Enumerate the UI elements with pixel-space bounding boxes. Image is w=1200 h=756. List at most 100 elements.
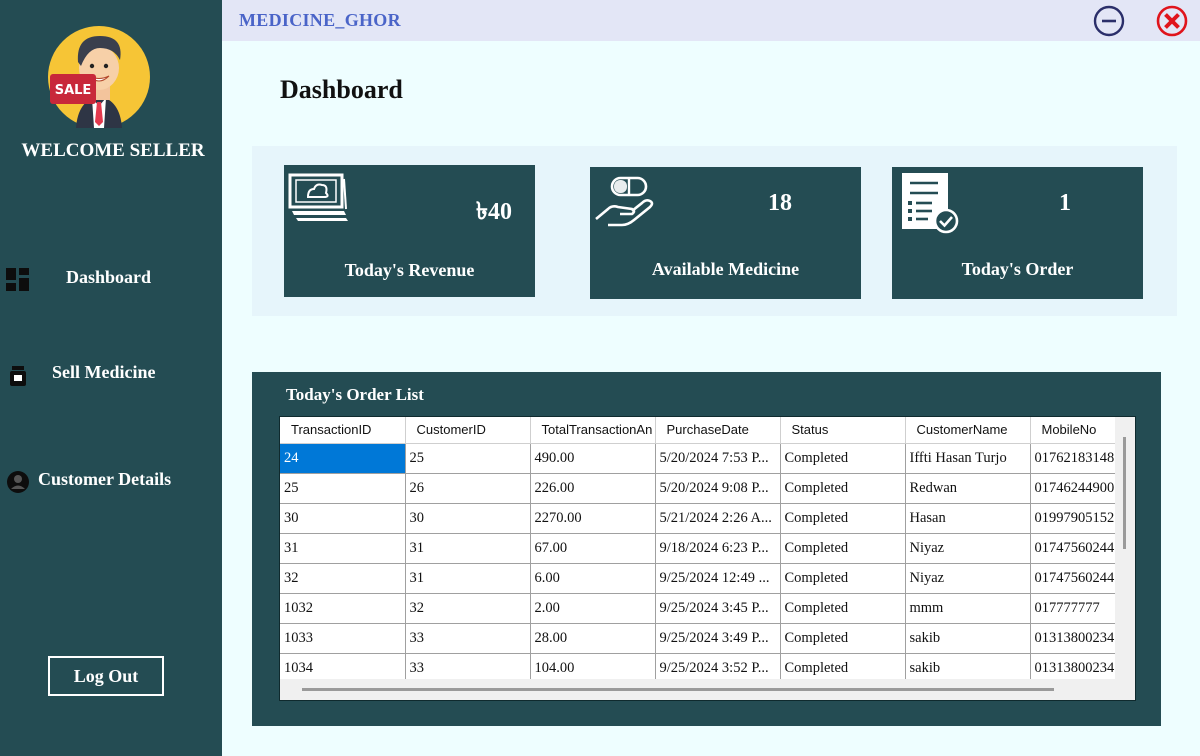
table-cell[interactable]: mmm	[905, 593, 1031, 624]
table-cell[interactable]: 31	[405, 563, 531, 594]
table-cell[interactable]: 67.00	[530, 533, 656, 564]
table-row[interactable]: 1032 32 2.00 9/25/2024 3:45 P... Completed mm…	[280, 593, 1115, 624]
table-cell[interactable]: 01313800234	[1030, 653, 1115, 679]
logout-button[interactable]: Log Out	[48, 656, 164, 696]
table-cell[interactable]: 25	[280, 473, 406, 504]
table-row[interactable]: 30 30 2270.00 5/21/2024 2:26 A... Completed H…	[280, 503, 1115, 534]
money-stack-icon	[288, 173, 348, 228]
table-cell[interactable]: 31	[405, 533, 531, 564]
table-cell[interactable]: 01746244900	[1030, 473, 1115, 504]
welcome-text: WELCOME SELLER	[21, 140, 205, 161]
column-header[interactable]: PurchaseDate	[655, 417, 781, 444]
table-cell[interactable]: Completed	[780, 593, 906, 624]
table-cell[interactable]: 01762183148	[1030, 443, 1115, 474]
table-cell[interactable]: 2.00	[530, 593, 656, 624]
table-cell[interactable]: 25	[405, 443, 531, 474]
table-cell[interactable]: 9/25/2024 3:52 P...	[655, 653, 781, 679]
revenue-value: ৳40	[476, 199, 512, 225]
table-cell[interactable]: 32	[405, 593, 531, 624]
order-grid[interactable]: TransactionID CustomerID TotalTransactio…	[279, 416, 1136, 701]
table-cell[interactable]: Completed	[780, 623, 906, 654]
table-cell[interactable]: 9/25/2024 12:49 ...	[655, 563, 781, 594]
table-cell[interactable]: 2270.00	[530, 503, 656, 534]
table-cell[interactable]: 1033	[280, 623, 406, 654]
table-row[interactable]: 31 31 67.00 9/18/2024 6:23 P... Completed Niy…	[280, 533, 1115, 564]
column-header[interactable]: MobileNo	[1030, 417, 1115, 444]
table-cell[interactable]: Niyaz	[905, 533, 1031, 564]
user-icon	[6, 470, 30, 494]
minimize-icon[interactable]	[1092, 4, 1126, 38]
sale-badge-text: SALE	[55, 83, 92, 98]
column-header[interactable]: CustomerID	[405, 417, 531, 444]
table-cell[interactable]: sakib	[905, 623, 1031, 654]
table-row[interactable]: 32 31 6.00 9/25/2024 12:49 ... Completed Niya…	[280, 563, 1115, 594]
sidebar-item-customer-details[interactable]: Customer Details	[0, 463, 222, 499]
table-cell[interactable]: 9/25/2024 3:49 P...	[655, 623, 781, 654]
table-cell[interactable]: 26	[405, 473, 531, 504]
table-cell[interactable]: 1034	[280, 653, 406, 679]
table-cell[interactable]: 28.00	[530, 623, 656, 654]
vertical-scrollbar[interactable]	[1115, 417, 1135, 679]
table-cell[interactable]: Completed	[780, 443, 906, 474]
table-cell[interactable]: 226.00	[530, 473, 656, 504]
table-cell[interactable]: 32	[280, 563, 406, 594]
title-bar: MEDICINE_GHOR	[222, 0, 1200, 41]
table-cell[interactable]: Completed	[780, 473, 906, 504]
column-header[interactable]: TotalTransactionAn	[530, 417, 656, 444]
table-header-row: TransactionID CustomerID TotalTransactio…	[280, 417, 1115, 444]
table-cell[interactable]: Hasan	[905, 503, 1031, 534]
table-cell[interactable]: 30	[280, 503, 406, 534]
table-cell[interactable]: 9/18/2024 6:23 P...	[655, 533, 781, 564]
table-cell[interactable]: 31	[280, 533, 406, 564]
sidebar-item-label: Dashboard	[66, 267, 152, 287]
medicine-count-value: 18	[768, 190, 792, 216]
table-cell[interactable]: 5/20/2024 7:53 P...	[655, 443, 781, 474]
order-list-panel: Today's Order List TransactionID Custome…	[252, 372, 1161, 726]
table-row[interactable]: 1034 33 104.00 9/25/2024 3:52 P... Completed…	[280, 653, 1115, 679]
table-cell[interactable]: 5/20/2024 9:08 P...	[655, 473, 781, 504]
order-list-title: Today's Order List	[286, 385, 424, 404]
table-cell[interactable]: 24	[280, 443, 406, 474]
table-cell[interactable]: Completed	[780, 533, 906, 564]
column-header[interactable]: TransactionID	[280, 417, 406, 444]
table-row[interactable]: 1033 33 28.00 9/25/2024 3:49 P... Completed s…	[280, 623, 1115, 654]
table-cell[interactable]: Iffti Hasan Turjo	[905, 443, 1031, 474]
table-cell[interactable]: Completed	[780, 503, 906, 534]
table-cell[interactable]: 490.00	[530, 443, 656, 474]
medicine-bottle-icon	[6, 363, 30, 387]
table-cell[interactable]: 9/25/2024 3:45 P...	[655, 593, 781, 624]
table-cell[interactable]: 5/21/2024 2:26 A...	[655, 503, 781, 534]
horizontal-scrollbar[interactable]	[280, 679, 1115, 700]
table-cell[interactable]: 1032	[280, 593, 406, 624]
sidebar-item-dashboard[interactable]: Dashboard	[0, 261, 222, 297]
table-cell[interactable]: 01997905152	[1030, 503, 1115, 534]
table-cell[interactable]: Redwan	[905, 473, 1031, 504]
pill-in-hand-icon	[594, 175, 656, 236]
table-cell[interactable]: 30	[405, 503, 531, 534]
table-cell[interactable]: 01747560244	[1030, 563, 1115, 594]
medicine-count-label: Available Medicine	[651, 259, 800, 279]
table-cell[interactable]: 6.00	[530, 563, 656, 594]
table-cell[interactable]: 01313800234	[1030, 623, 1115, 654]
order-checklist-icon	[902, 173, 960, 240]
table-cell[interactable]: 104.00	[530, 653, 656, 679]
column-header[interactable]: Status	[780, 417, 906, 444]
table-cell[interactable]: Niyaz	[905, 563, 1031, 594]
table-row[interactable]: 25 26 226.00 5/20/2024 9:08 P... Completed Re…	[280, 473, 1115, 504]
revenue-card: ৳40 Today's Revenue	[284, 165, 535, 297]
close-icon[interactable]	[1154, 3, 1190, 39]
table-cell[interactable]: 33	[405, 623, 531, 654]
column-header[interactable]: CustomerName	[905, 417, 1031, 444]
table-cell[interactable]: 33	[405, 653, 531, 679]
table-cell[interactable]: 01747560244	[1030, 533, 1115, 564]
table-cell[interactable]: Completed	[780, 653, 906, 679]
table-row[interactable]: 24 25 490.00 5/20/2024 7:53 P... Completed If…	[280, 443, 1115, 474]
revenue-label: Today's Revenue	[344, 260, 475, 280]
table-cell[interactable]: Completed	[780, 563, 906, 594]
sidebar-item-sell-medicine[interactable]: Sell Medicine	[0, 356, 222, 392]
avatar: SALE	[48, 26, 150, 128]
sidebar: SALE WELCOME SELLER Dashboard Sell Medic…	[0, 0, 222, 756]
order-table: TransactionID CustomerID TotalTransactio…	[280, 417, 1115, 679]
table-cell[interactable]: 017777777	[1030, 593, 1115, 624]
table-cell[interactable]: sakib	[905, 653, 1031, 679]
